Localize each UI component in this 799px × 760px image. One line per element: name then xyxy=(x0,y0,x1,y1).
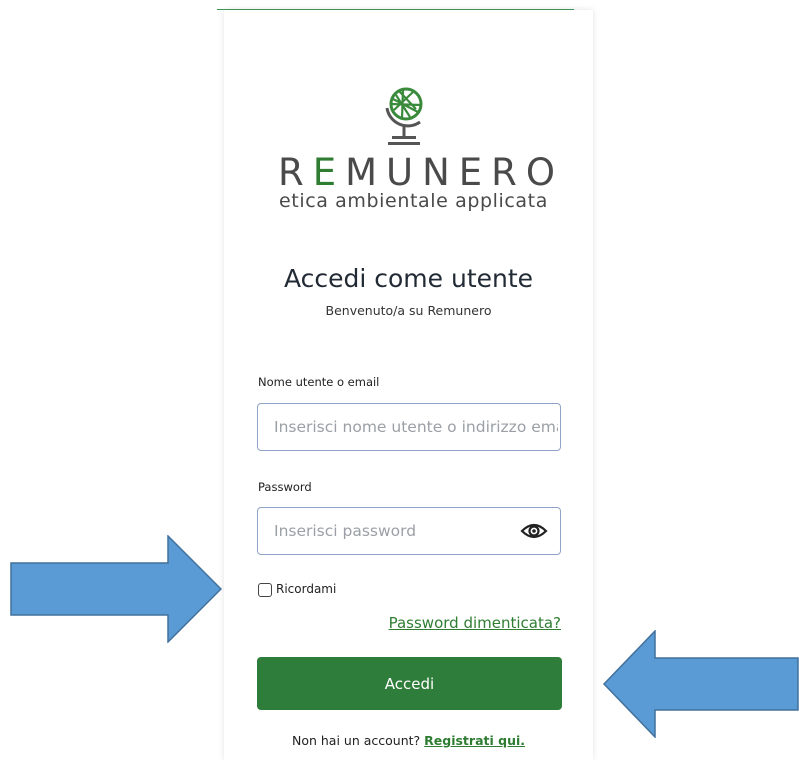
page: REMUNERO etica ambientale applicata Acce… xyxy=(0,0,799,760)
globe-icon xyxy=(385,87,423,145)
username-placeholder: Inserisci nome utente o indirizzo email xyxy=(274,418,558,436)
no-account-text: Non hai un account? xyxy=(291,733,421,748)
brand-accent-letter: E xyxy=(312,151,346,194)
eye-icon[interactable] xyxy=(520,521,548,541)
forgot-password-link[interactable]: Password dimenticata? xyxy=(389,614,561,632)
username-field[interactable]: Inserisci nome utente o indirizzo email xyxy=(257,403,561,451)
brand-suffix: MUNERO xyxy=(345,151,565,194)
page-subtitle: Benvenuto/a su Remunero xyxy=(325,303,492,318)
page-title: Accedi come utente xyxy=(283,264,534,293)
password-field[interactable]: Inserisci password xyxy=(257,507,561,555)
arrow-right-icon xyxy=(10,535,222,643)
arrow-left-icon xyxy=(603,630,799,738)
register-link[interactable]: Registrati qui. xyxy=(424,733,525,748)
brand-prefix: R xyxy=(278,151,313,194)
brand-tagline: etica ambientale applicata xyxy=(279,190,548,212)
register-prompt: Non hai un account? Registrati qui. xyxy=(224,733,593,748)
password-label: Password xyxy=(258,480,312,494)
remember-label[interactable]: Ricordami xyxy=(276,582,336,596)
remember-checkbox[interactable] xyxy=(258,583,272,597)
password-placeholder: Inserisci password xyxy=(274,522,417,540)
brand-wordmark: REMUNERO xyxy=(278,151,555,194)
username-label: Nome utente o email xyxy=(258,375,380,389)
login-button[interactable]: Accedi xyxy=(257,657,562,710)
